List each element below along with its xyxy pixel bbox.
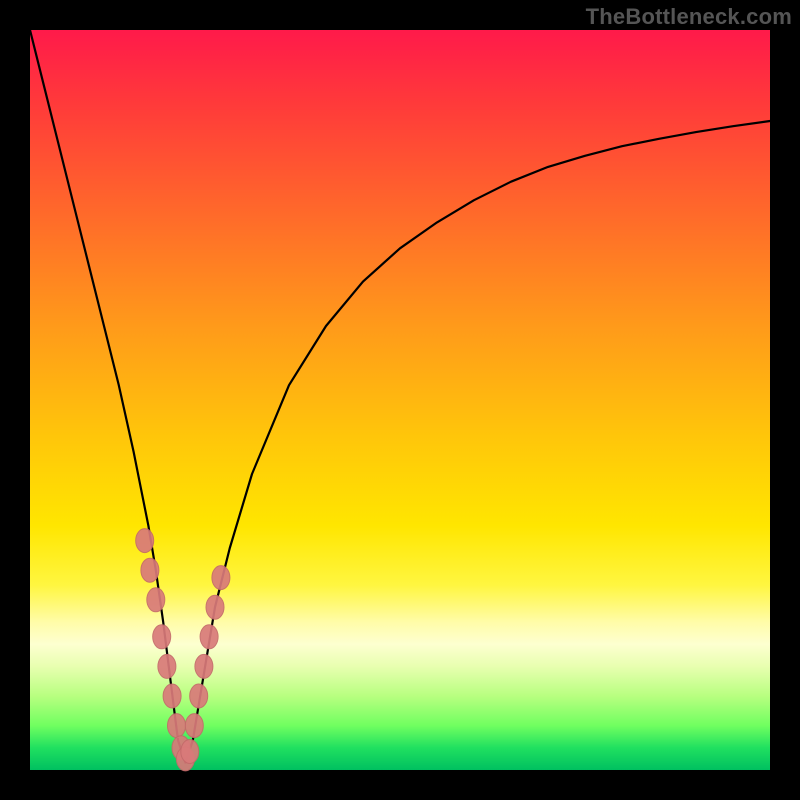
data-marker bbox=[185, 714, 203, 738]
data-marker bbox=[153, 625, 171, 649]
data-marker bbox=[206, 595, 224, 619]
data-marker bbox=[190, 684, 208, 708]
data-marker bbox=[195, 654, 213, 678]
plot-area bbox=[30, 30, 770, 770]
watermark-text: TheBottleneck.com bbox=[586, 4, 792, 30]
data-marker bbox=[181, 740, 199, 764]
data-marker bbox=[147, 588, 165, 612]
data-marker bbox=[212, 566, 230, 590]
chart-frame: TheBottleneck.com bbox=[0, 0, 800, 800]
chart-svg bbox=[30, 30, 770, 770]
data-marker bbox=[163, 684, 181, 708]
data-marker bbox=[136, 529, 154, 553]
data-marker bbox=[200, 625, 218, 649]
data-marker bbox=[158, 654, 176, 678]
data-marker bbox=[168, 714, 186, 738]
bottleneck-curve bbox=[30, 30, 770, 763]
data-marker bbox=[141, 558, 159, 582]
data-markers bbox=[136, 529, 230, 771]
